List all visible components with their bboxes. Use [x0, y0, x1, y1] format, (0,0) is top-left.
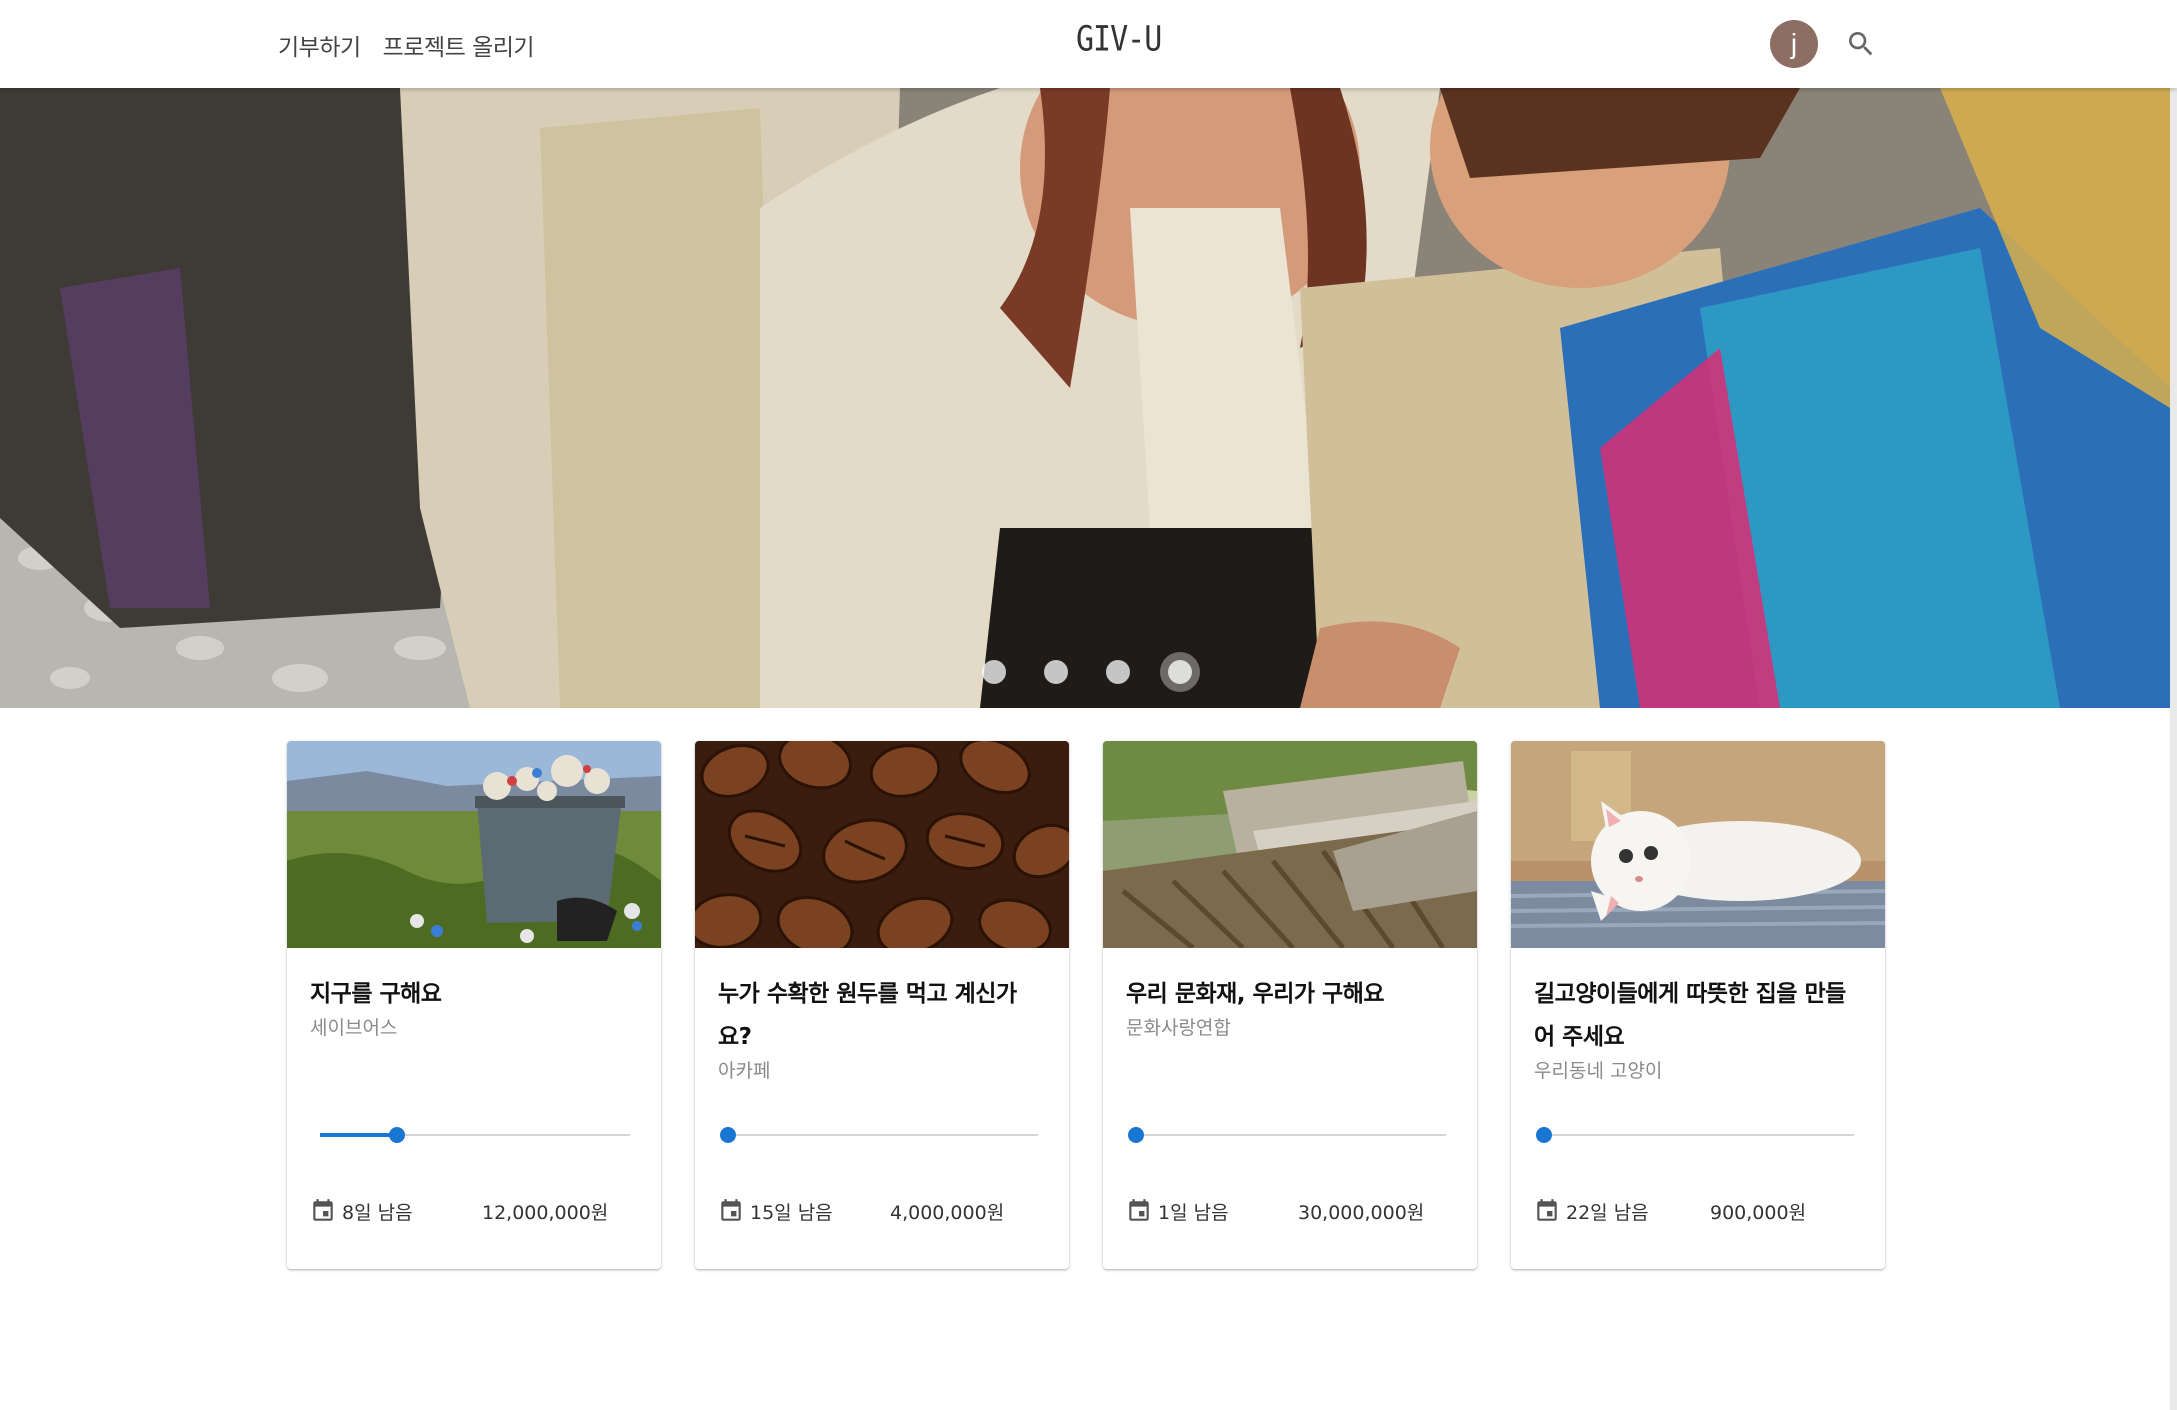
progress-rail — [728, 1134, 1038, 1136]
card-image-white-kitten — [1511, 741, 1885, 948]
hero-image — [0, 88, 2170, 708]
card-title: 길고양이들에게 따뜻한 집을 만들어 주세요 — [1534, 981, 1846, 1050]
card-meta: 1일 남음 30,000,000원 — [1126, 1197, 1424, 1225]
hero-carousel[interactable] — [0, 88, 2170, 708]
project-card[interactable]: 우리 문화재, 우리가 구해요 문화사랑연합 1일 남음 30,000,000원 — [1103, 741, 1477, 1269]
nav-donate-link[interactable]: 기부하기 — [278, 28, 361, 62]
target-amount: 12,000,000원 — [482, 1201, 609, 1224]
days-left: 15일 남음 — [750, 1201, 833, 1224]
target-amount: 900,000원 — [1710, 1201, 1807, 1224]
carousel-pagination — [982, 660, 1192, 684]
target-amount: 30,000,000원 — [1298, 1201, 1425, 1224]
days-left: 8일 남음 — [342, 1201, 413, 1224]
funding-progress-slider[interactable] — [1534, 1125, 1864, 1145]
funding-progress-slider[interactable] — [310, 1125, 640, 1145]
funding-progress-slider[interactable] — [718, 1125, 1048, 1145]
progress-rail — [1544, 1134, 1854, 1136]
project-card-list: 지구를 구해요 세이브어스 8일 남음 12,000,000원 누가 수확한 원… — [287, 741, 1885, 1269]
card-image-traditional-roof — [1103, 741, 1477, 948]
calendar-icon — [1129, 1199, 1149, 1221]
calendar-icon — [313, 1199, 333, 1221]
target-amount: 4,000,000원 — [890, 1201, 1005, 1224]
user-avatar[interactable]: j — [1770, 20, 1818, 68]
card-title: 지구를 구해요 — [310, 981, 442, 1007]
card-image-trash-dumpster — [287, 741, 661, 948]
search-icon[interactable] — [1845, 28, 1877, 60]
progress-thumb[interactable] — [1536, 1127, 1552, 1143]
project-card[interactable]: 길고양이들에게 따뜻한 집을 만들어 주세요 우리동네 고양이 22일 남음 9… — [1511, 741, 1885, 1269]
card-title: 우리 문화재, 우리가 구해요 — [1126, 981, 1385, 1007]
calendar-icon — [1537, 1199, 1557, 1221]
nav-upload-project-link[interactable]: 프로젝트 올리기 — [383, 28, 535, 62]
project-card[interactable]: 지구를 구해요 세이브어스 8일 남음 12,000,000원 — [287, 741, 661, 1269]
days-left: 22일 남음 — [1566, 1201, 1649, 1224]
funding-progress-slider[interactable] — [1126, 1125, 1456, 1145]
card-meta: 15일 남음 4,000,000원 — [718, 1197, 1004, 1225]
carousel-dot-3[interactable] — [1106, 660, 1130, 684]
site-logo[interactable]: GIV-U — [1076, 19, 1162, 59]
card-organization: 문화사랑연합 — [1126, 1017, 1231, 1039]
progress-track — [320, 1133, 397, 1137]
card-organization: 우리동네 고양이 — [1534, 1060, 1663, 1082]
carousel-dot-2[interactable] — [1044, 660, 1068, 684]
progress-rail — [1136, 1134, 1446, 1136]
main-nav: 기부하기 프로젝트 올리기 — [278, 28, 535, 62]
progress-thumb[interactable] — [389, 1127, 405, 1143]
carousel-dot-1[interactable] — [982, 660, 1006, 684]
calendar-icon — [721, 1199, 741, 1221]
card-image-coffee-beans — [695, 741, 1069, 948]
days-left: 1일 남음 — [1158, 1201, 1229, 1224]
progress-thumb[interactable] — [1128, 1127, 1144, 1143]
card-meta: 8일 남음 12,000,000원 — [310, 1197, 608, 1225]
card-organization: 세이브어스 — [310, 1017, 398, 1039]
top-app-bar: 기부하기 프로젝트 올리기 GIV-U j — [0, 0, 2177, 88]
card-organization: 아카페 — [718, 1060, 771, 1082]
progress-thumb[interactable] — [720, 1127, 736, 1143]
card-title: 누가 수확한 원두를 먹고 계신가요? — [718, 981, 1017, 1050]
project-card[interactable]: 누가 수확한 원두를 먹고 계신가요? 아카페 15일 남음 4,000,000… — [695, 741, 1069, 1269]
carousel-dot-4[interactable] — [1168, 660, 1192, 684]
card-meta: 22일 남음 900,000원 — [1534, 1197, 1806, 1225]
page-scrollbar[interactable] — [2170, 0, 2177, 1410]
